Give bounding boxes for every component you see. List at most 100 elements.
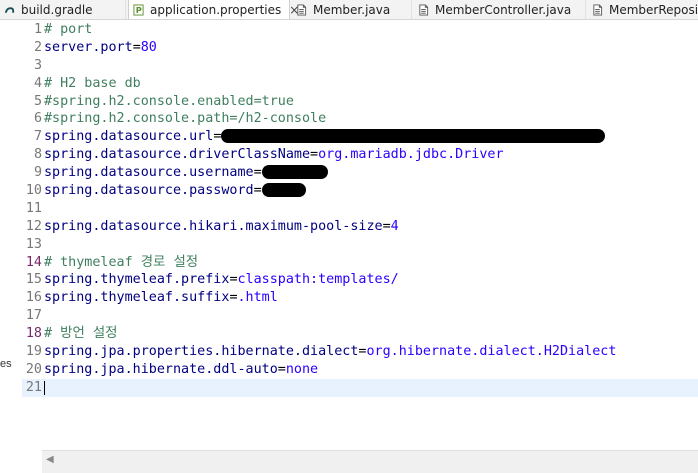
property-key: spring.datasource.username	[44, 165, 254, 181]
redacted-value	[221, 129, 606, 144]
property-value: org.mariadb.jdbc.Driver	[318, 147, 504, 163]
scroll-left-icon[interactable]: ◀	[46, 454, 54, 465]
line-number: 2	[33, 39, 42, 55]
code-line[interactable]: 11	[22, 200, 698, 218]
line-code: server.port=80	[44, 39, 157, 57]
line-number: 20	[25, 361, 42, 377]
equals-sign: =	[382, 218, 391, 234]
equals-sign: =	[213, 129, 222, 145]
line-number: 14	[25, 254, 42, 270]
code-line[interactable]: 18 # 방언 설정	[22, 325, 698, 343]
code-line[interactable]: 7 spring.datasource.url=	[22, 128, 698, 146]
line-code: spring.datasource.hikari.maximum-pool-si…	[44, 218, 399, 236]
comment-text: # H2 base db	[44, 75, 141, 91]
line-code: spring.datasource.driverClassName=org.ma…	[44, 146, 504, 164]
comment-text: #spring.h2.console.enabled=true	[44, 93, 294, 109]
tab-label: build.gradle	[21, 2, 93, 17]
property-key: spring.datasource.hikari.maximum-pool-si…	[44, 218, 383, 234]
property-value: org.hibernate.dialect.H2Dialect	[366, 344, 617, 360]
line-number: 7	[33, 129, 42, 145]
equals-sign: =	[229, 290, 238, 306]
property-key: spring.jpa.properties.hibernate.dialect	[44, 344, 359, 360]
line-number: 11	[25, 200, 42, 216]
comment-text: #spring.h2.console.path=/h2-console	[44, 111, 327, 127]
line-number: 3	[33, 57, 42, 73]
line-code: spring.datasource.url=	[44, 128, 606, 146]
line-number: 12	[25, 218, 42, 234]
svg-text:P: P	[136, 5, 142, 15]
line-number: 8	[33, 147, 42, 163]
code-line[interactable]: 3	[22, 57, 698, 75]
tab-member-repository[interactable]: MemberRepositor	[588, 0, 698, 19]
gradle-icon	[4, 6, 15, 13]
code-line[interactable]: 17	[22, 307, 698, 325]
redacted-value	[261, 183, 306, 198]
tab-label: MemberRepositor	[609, 2, 698, 17]
text-cursor	[44, 380, 45, 395]
code-line[interactable]: 15 spring.thymeleaf.prefix=classpath:temp…	[22, 271, 698, 289]
tab-application-properties[interactable]: P application.properties ×	[128, 0, 299, 19]
code-line[interactable]: 6 #spring.h2.console.path=/h2-console	[22, 110, 698, 128]
line-number: 4	[33, 75, 42, 91]
code-line[interactable]: 16 spring.thymeleaf.suffix=.html	[22, 289, 698, 307]
comment-text: # thymeleaf 경로 설정	[44, 254, 199, 270]
line-code: spring.jpa.hibernate.ddl-auto=none	[44, 361, 318, 379]
code-line[interactable]: 9 spring.datasource.username=	[22, 164, 698, 182]
code-line[interactable]: 12 spring.datasource.hikari.maximum-pool-…	[22, 218, 698, 236]
code-line[interactable]: 4 # H2 base db	[22, 75, 698, 93]
property-value: none	[285, 361, 319, 377]
java-file-icon	[297, 4, 307, 15]
equals-sign: =	[229, 272, 238, 288]
line-number: 9	[33, 165, 42, 181]
horizontal-scrollbar[interactable]: ◀	[42, 450, 698, 473]
line-code: # thymeleaf 경로 설정	[44, 254, 198, 272]
line-number: 21	[25, 379, 42, 395]
line-code: spring.thymeleaf.suffix=.html	[44, 289, 278, 307]
property-key: spring.datasource.url	[44, 129, 214, 145]
line-code: # 방언 설정	[44, 325, 117, 343]
left-panel-edge: es	[0, 20, 22, 472]
properties-file-icon: P	[133, 4, 144, 15]
tab-label: Member.java	[313, 2, 391, 17]
code-line[interactable]: 2 server.port=80	[22, 39, 698, 57]
line-number: 1	[33, 22, 42, 37]
code-line[interactable]: 20 spring.jpa.hibernate.ddl-auto=none	[22, 361, 698, 379]
code-line[interactable]: 10 spring.datasource.password=	[22, 182, 698, 200]
equals-sign: =	[253, 165, 262, 181]
code-line[interactable]: 1 # port	[22, 21, 698, 39]
equals-sign: =	[277, 361, 286, 377]
equals-sign: =	[253, 183, 262, 199]
property-key: spring.datasource.password	[44, 183, 254, 199]
code-line[interactable]: 21	[22, 378, 698, 397]
java-file-icon	[419, 4, 429, 15]
comment-text: # port	[44, 22, 93, 37]
line-code: # H2 base db	[44, 75, 141, 93]
line-number: 16	[25, 290, 42, 306]
tab-build-gradle[interactable]: build.gradle	[0, 0, 126, 19]
line-number: 19	[25, 344, 42, 360]
property-key: spring.thymeleaf.suffix	[44, 290, 230, 306]
property-key: spring.thymeleaf.prefix	[44, 272, 230, 288]
tab-label: MemberController.java	[435, 2, 572, 17]
line-number: 6	[33, 111, 42, 127]
java-file-icon	[593, 4, 603, 15]
property-value: .html	[237, 290, 278, 306]
line-code: #spring.h2.console.path=/h2-console	[44, 110, 326, 128]
line-code: #spring.h2.console.enabled=true	[44, 93, 294, 111]
tab-member-controller-java[interactable]: MemberController.java	[414, 0, 586, 19]
code-line[interactable]: 19 spring.jpa.properties.hibernate.dialec…	[22, 343, 698, 361]
line-number: 18	[25, 326, 42, 342]
editor-lines[interactable]: 1 # port 2 server.port=80 3 4 # H2 base db 5 #sp…	[22, 21, 698, 397]
comment-text: # 방언 설정	[44, 326, 118, 342]
property-value: 4	[390, 218, 399, 234]
property-key: server.port	[44, 39, 133, 55]
code-line[interactable]: 5 #spring.h2.console.enabled=true	[22, 93, 698, 111]
code-line[interactable]: 14 # thymeleaf 경로 설정	[22, 254, 698, 272]
property-key: spring.datasource.driverClassName	[44, 147, 311, 163]
tab-label: application.properties	[150, 2, 282, 17]
property-value: classpath:templates/	[237, 272, 399, 288]
tab-member-java[interactable]: Member.java	[292, 0, 412, 19]
line-code: spring.datasource.password=	[44, 182, 306, 200]
code-line[interactable]: 13	[22, 236, 698, 254]
code-line[interactable]: 8 spring.datasource.driverClassName=org.m…	[22, 146, 698, 164]
